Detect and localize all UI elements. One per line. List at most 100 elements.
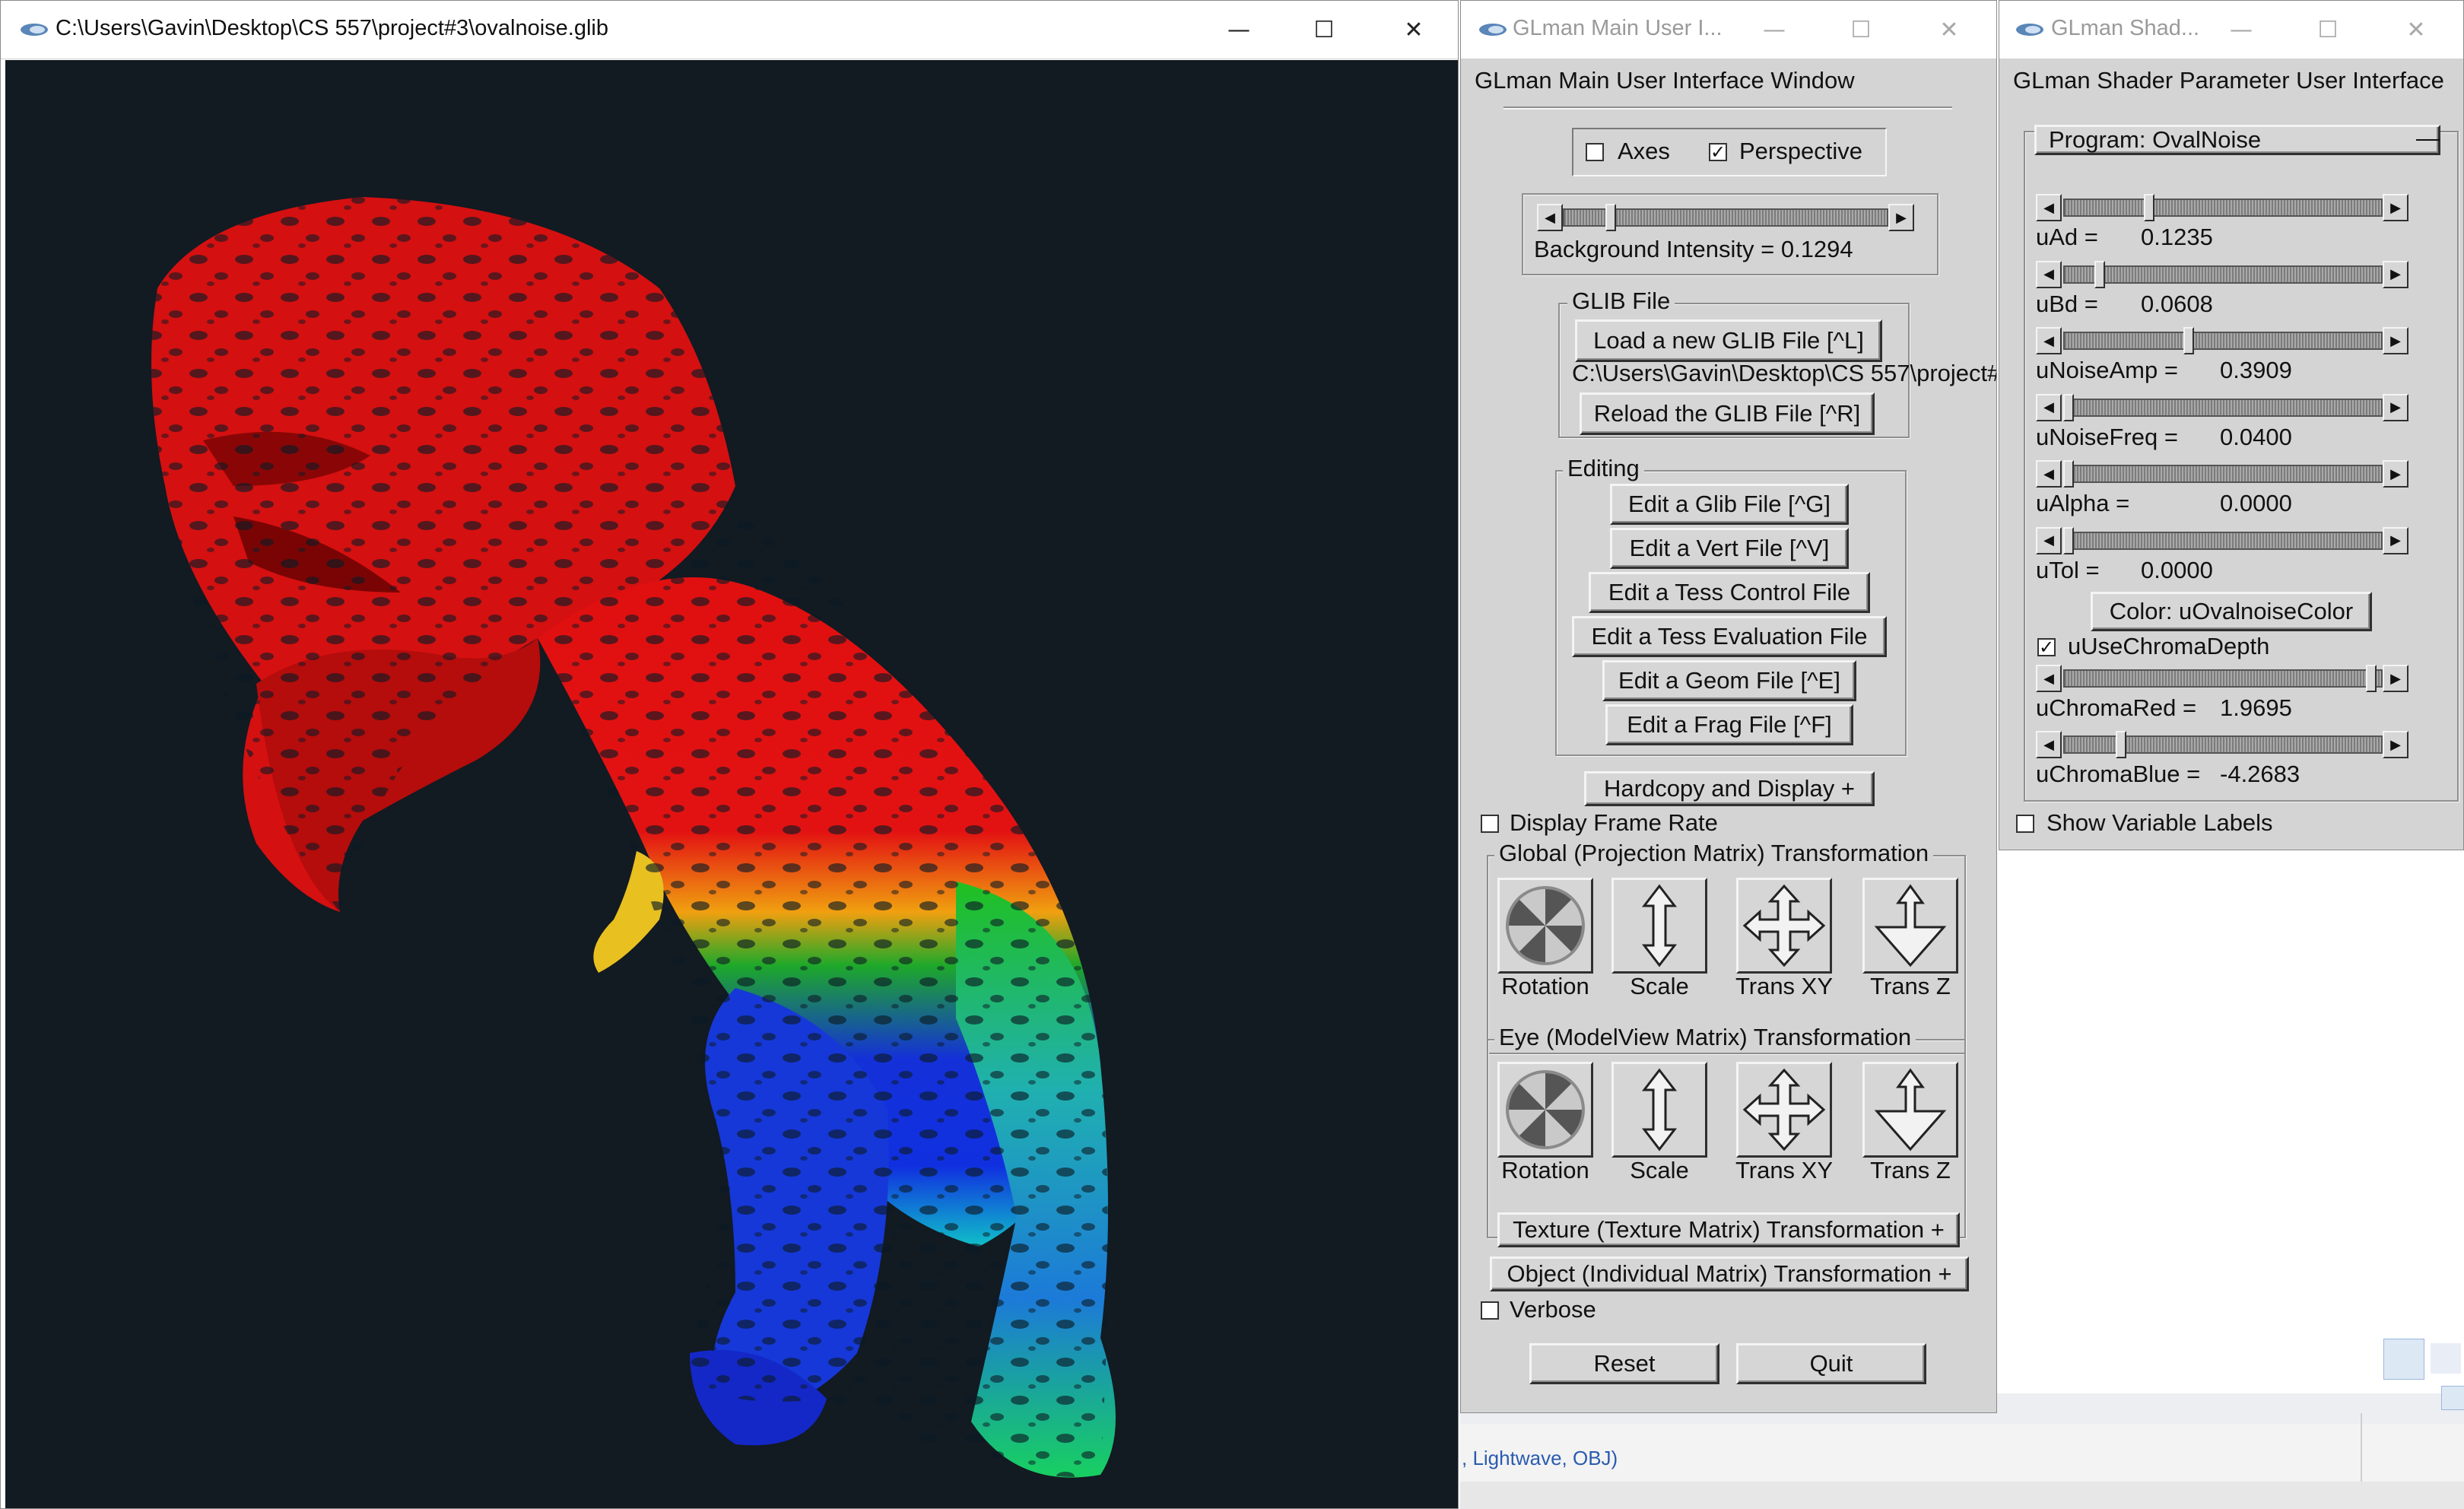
slider-thumb[interactable] xyxy=(2094,260,2105,288)
arrow-left-icon[interactable]: ◀ xyxy=(2036,194,2062,221)
panel-icon[interactable] xyxy=(2441,1386,2464,1410)
slider-track[interactable] xyxy=(2063,199,2383,217)
edit-tess-control-button[interactable]: Edit a Tess Control File xyxy=(1589,572,1870,613)
slider-thumb[interactable] xyxy=(2063,460,2074,488)
texture-transform-button[interactable]: Texture (Texture Matrix) Transformation … xyxy=(1497,1212,1960,1247)
slider-track[interactable] xyxy=(2063,465,2383,483)
minimize-button[interactable]: — xyxy=(2218,7,2264,52)
param-slider[interactable]: ◀ ▶ xyxy=(2036,460,2408,488)
arrow-right-icon[interactable]: ▶ xyxy=(2383,327,2408,354)
slider-thumb[interactable] xyxy=(2366,665,2377,692)
edit-geom-button[interactable]: Edit a Geom File [^E] xyxy=(1602,660,1856,701)
color-button[interactable]: Color: uOvalnoiseColor xyxy=(2091,592,2372,631)
axes-checkbox[interactable] xyxy=(1586,143,1604,161)
global-rotation-control[interactable] xyxy=(1497,878,1593,974)
verbose-label: Verbose xyxy=(1510,1296,1596,1323)
shader-ui-titlebar: GLman Shad... — ☐ ✕ xyxy=(1999,1,2463,59)
arrow-left-icon[interactable]: ◀ xyxy=(2036,665,2062,692)
gl-viewport[interactable] xyxy=(5,60,1458,1508)
eye-trans-xy-control[interactable] xyxy=(1736,1062,1832,1158)
move-arrows-icon xyxy=(1742,884,1826,967)
edit-tess-evaluation-button[interactable]: Edit a Tess Evaluation File xyxy=(1572,616,1887,657)
close-button[interactable]: ✕ xyxy=(1391,7,1437,52)
slider-thumb[interactable] xyxy=(2144,194,2154,221)
verbose-checkbox[interactable] xyxy=(1481,1301,1499,1320)
close-button[interactable]: ✕ xyxy=(2393,7,2439,52)
arrow-right-icon[interactable]: ▶ xyxy=(1888,204,1914,231)
slider-thumb[interactable] xyxy=(2183,327,2194,354)
param-slider[interactable]: ◀ ▶ xyxy=(2036,526,2408,554)
global-trans-z-control[interactable] xyxy=(1862,878,1958,974)
minimize-button[interactable]: — xyxy=(1216,7,1262,52)
minimize-button[interactable]: — xyxy=(1751,7,1797,52)
global-scale-label: Scale xyxy=(1630,973,1689,999)
arrow-left-icon[interactable]: ◀ xyxy=(2036,731,2062,758)
image-view-icon[interactable] xyxy=(2431,1343,2461,1374)
background-intensity-slider[interactable]: ◀ ▶ xyxy=(1537,204,1914,231)
quit-button[interactable]: Quit xyxy=(1736,1343,1926,1384)
arrow-left-icon[interactable]: ◀ xyxy=(1537,204,1563,231)
load-glib-button[interactable]: Load a new GLIB File [^L] xyxy=(1575,319,1882,362)
slider-track[interactable] xyxy=(2063,398,2383,417)
global-scale-control[interactable] xyxy=(1611,878,1707,974)
eye-scale-control[interactable] xyxy=(1611,1062,1707,1158)
param-slider[interactable]: ◀ ▶ xyxy=(2036,665,2408,692)
slider-track[interactable] xyxy=(2063,265,2383,284)
global-trans-xy-control[interactable] xyxy=(1736,878,1832,974)
param-name: uNoiseFreq = xyxy=(2036,423,2178,450)
arrow-left-icon[interactable]: ◀ xyxy=(2036,526,2062,554)
program-rollout-button[interactable]: Program: OvalNoise xyxy=(2034,125,2440,155)
arrow-right-icon[interactable]: ▶ xyxy=(2383,665,2408,692)
window-title: GLman Shad... xyxy=(2051,16,2200,40)
slider-track[interactable] xyxy=(2063,531,2383,550)
param-value: 0.1235 xyxy=(2141,224,2213,250)
use-chroma-depth-checkbox[interactable]: ✓ xyxy=(2037,638,2056,656)
param-slider[interactable]: ◀ ▶ xyxy=(2036,194,2408,221)
param-slider[interactable]: ◀ ▶ xyxy=(2036,393,2408,421)
maximize-button[interactable]: ☐ xyxy=(1301,7,1347,52)
eye-rotation-control[interactable] xyxy=(1497,1062,1593,1158)
arrow-right-icon[interactable]: ▶ xyxy=(2383,260,2408,288)
arrow-left-icon[interactable]: ◀ xyxy=(2036,260,2062,288)
main-ui-titlebar: GLman Main User I... — ☐ ✕ xyxy=(1461,1,1996,59)
arrow-left-icon[interactable]: ◀ xyxy=(2036,460,2062,488)
show-variable-labels-checkbox[interactable] xyxy=(2016,815,2034,833)
arrow-right-icon[interactable]: ▶ xyxy=(2383,393,2408,421)
eye-trans-xy-label: Trans XY xyxy=(1735,1157,1834,1183)
glib-file-path: C:\Users\Gavin\Desktop\CS 557\project# xyxy=(1572,360,1996,386)
collapse-icon[interactable]: — xyxy=(2416,125,2440,152)
background-status-text: , Lightwave, OBJ) xyxy=(1462,1447,1618,1469)
display-frame-rate-checkbox[interactable] xyxy=(1481,815,1499,833)
slider-track[interactable] xyxy=(2063,735,2383,754)
slider-thumb[interactable] xyxy=(2116,731,2126,758)
hardcopy-display-button[interactable]: Hardcopy and Display + xyxy=(1584,771,1875,806)
param-slider[interactable]: ◀ ▶ xyxy=(2036,327,2408,354)
arrow-left-icon[interactable]: ◀ xyxy=(2036,393,2062,421)
slider-track[interactable] xyxy=(2063,332,2383,350)
slider-track[interactable] xyxy=(2063,669,2383,688)
slider-thumb[interactable] xyxy=(2063,526,2074,554)
param-slider[interactable]: ◀ ▶ xyxy=(2036,731,2408,758)
object-transform-button[interactable]: Object (Individual Matrix) Transformatio… xyxy=(1490,1256,1969,1291)
param-value: 0.0000 xyxy=(2141,556,2213,583)
arrow-left-icon[interactable]: ◀ xyxy=(2036,327,2062,354)
list-view-icon[interactable] xyxy=(2383,1339,2424,1380)
reload-glib-button[interactable]: Reload the GLIB File [^R] xyxy=(1580,392,1875,435)
slider-thumb[interactable] xyxy=(2063,393,2074,421)
eye-trans-z-control[interactable] xyxy=(1862,1062,1958,1158)
slider-thumb[interactable] xyxy=(1605,204,1616,231)
arrow-right-icon[interactable]: ▶ xyxy=(2383,460,2408,488)
maximize-button[interactable]: ☐ xyxy=(2305,7,2351,52)
edit-frag-button[interactable]: Edit a Frag File [^F] xyxy=(1605,704,1853,745)
arrow-right-icon[interactable]: ▶ xyxy=(2383,731,2408,758)
param-value: 0.0400 xyxy=(2220,423,2292,450)
edit-vert-button[interactable]: Edit a Vert File [^V] xyxy=(1610,528,1849,569)
perspective-checkbox[interactable]: ✓ xyxy=(1709,143,1727,161)
maximize-button[interactable]: ☐ xyxy=(1838,7,1884,52)
close-button[interactable]: ✕ xyxy=(1926,7,1972,52)
edit-glib-button[interactable]: Edit a Glib File [^G] xyxy=(1610,484,1849,525)
reset-button[interactable]: Reset xyxy=(1529,1343,1719,1384)
param-slider[interactable]: ◀ ▶ xyxy=(2036,260,2408,288)
arrow-right-icon[interactable]: ▶ xyxy=(2383,194,2408,221)
arrow-right-icon[interactable]: ▶ xyxy=(2383,526,2408,554)
